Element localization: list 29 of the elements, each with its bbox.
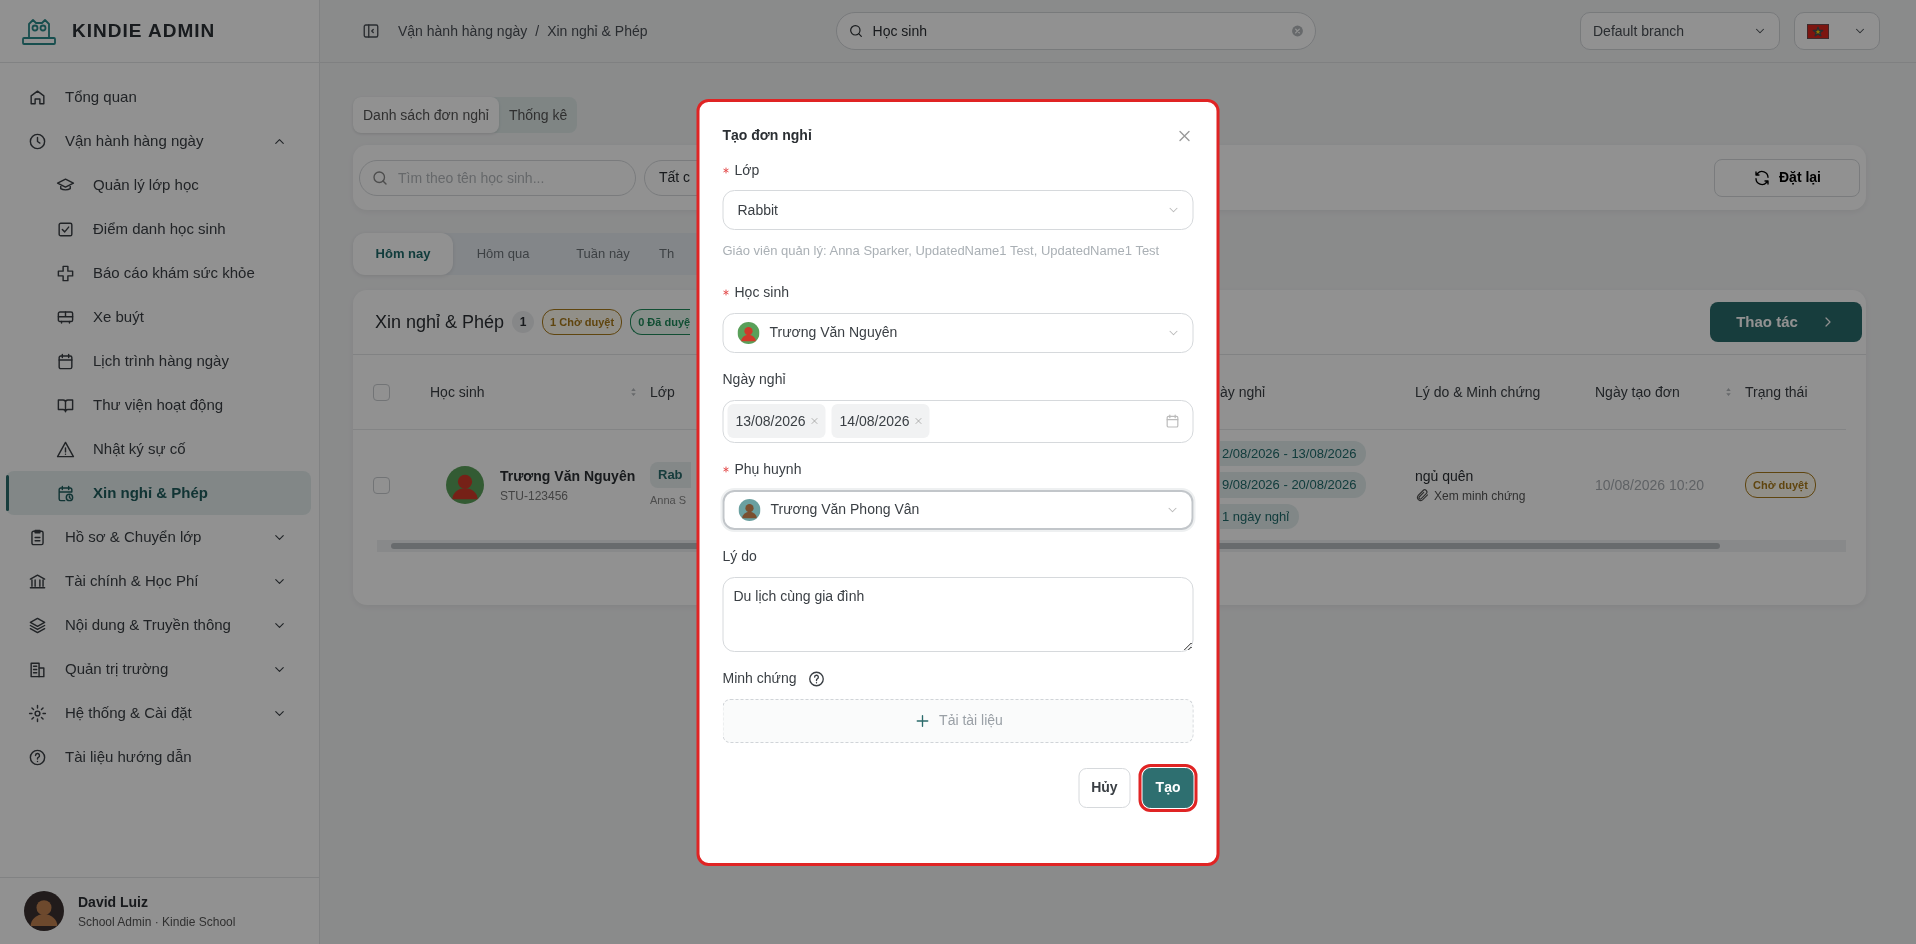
column-header: Lý do & Minh chứng bbox=[1415, 382, 1541, 402]
user-role: School Admin · Kindie School bbox=[78, 913, 236, 931]
column-header: Lớp bbox=[650, 382, 675, 402]
breadcrumb-separator: / bbox=[535, 21, 540, 41]
date-range-tag: 1 ngày nghỉ bbox=[1220, 503, 1300, 530]
teacher-name: Anna S bbox=[650, 492, 688, 508]
dialog-title: Tạo đơn nghỉ bbox=[722, 125, 812, 145]
class-tag: Rab bbox=[650, 462, 691, 488]
status-badge: Chờ duyệt bbox=[1745, 471, 1816, 499]
column-header: ày nghỉ bbox=[1220, 382, 1266, 402]
date-range-tag: 9/08/2026 - 20/08/2026 bbox=[1220, 472, 1367, 498]
column-header: Trạng thái bbox=[1745, 382, 1808, 402]
column-header: Ngày tạo đơn bbox=[1595, 382, 1680, 402]
date-range-tag: 2/08/2026 - 13/08/2026 bbox=[1220, 440, 1367, 467]
reason-text: ngủ quên bbox=[1415, 466, 1475, 486]
breadcrumb-current: Xin nghỉ & Phép bbox=[547, 21, 648, 41]
student-name: Trương Văn Nguyên bbox=[500, 466, 636, 486]
field-label: Ngày nghỉ bbox=[722, 370, 786, 389]
status-count-badge: 1 Chờ duyệt bbox=[542, 308, 623, 336]
field-label: Lý do bbox=[722, 547, 757, 566]
helper-text: Giáo viên quản lý: Anna Sparker, UpdatedName1 Test, UpdatedName1 Test bbox=[722, 242, 1161, 260]
user-name: David Luiz bbox=[78, 892, 149, 912]
count-badge: 1 bbox=[512, 311, 535, 333]
status-count-badge: 0 Đã duyệ bbox=[630, 308, 691, 336]
app-logo-text: KINDIE ADMIN bbox=[72, 18, 216, 43]
field-label: Minh chứng bbox=[722, 669, 797, 688]
section-title: Xin nghỉ & Phép bbox=[375, 310, 505, 334]
column-header: Học sinh bbox=[430, 382, 485, 402]
student-id: STU-123456 bbox=[500, 487, 570, 505]
